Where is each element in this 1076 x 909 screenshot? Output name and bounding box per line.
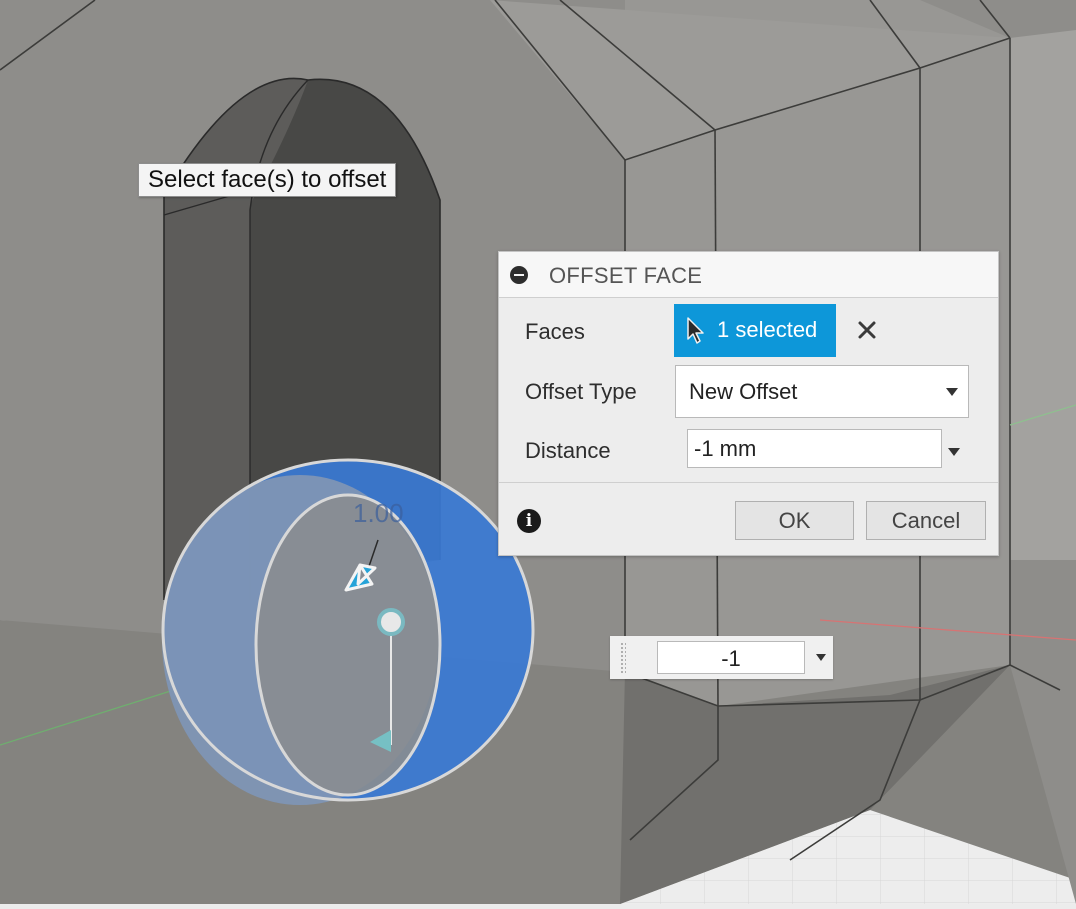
clear-selection-icon[interactable]	[855, 318, 879, 342]
distance-label: Distance	[525, 438, 611, 463]
offset-face-dialog: OFFSET FACE Faces 1 selected Offset Type…	[498, 251, 999, 556]
inline-dropdown-button[interactable]	[815, 652, 829, 664]
ok-button[interactable]: OK	[735, 501, 854, 540]
dimension-label: 1.00	[353, 498, 404, 528]
chevron-down-icon	[948, 448, 960, 456]
chevron-down-icon	[816, 654, 826, 661]
faces-selection-count: 1 selected	[717, 317, 818, 342]
faces-selection-button[interactable]: 1 selected	[674, 304, 836, 357]
info-icon[interactable]: i	[517, 509, 541, 533]
dialog-footer: i OK Cancel	[499, 482, 998, 556]
offset-type-value: New Offset	[689, 379, 798, 404]
dialog-header: OFFSET FACE	[499, 252, 998, 298]
offset-type-label: Offset Type	[525, 379, 637, 404]
distance-input[interactable]: -1 mm	[687, 429, 942, 468]
drag-handle[interactable]	[620, 642, 626, 673]
dialog-title: OFFSET FACE	[549, 263, 703, 288]
selection-tooltip: Select face(s) to offset	[138, 163, 397, 197]
faces-label: Faces	[525, 319, 585, 344]
distance-value: -1 mm	[694, 436, 757, 461]
inline-distance-input[interactable]: -1	[657, 641, 805, 674]
offset-type-select[interactable]: New Offset	[675, 365, 969, 418]
chevron-down-icon	[946, 388, 958, 396]
inline-distance-value: -1	[721, 646, 741, 671]
inline-value-input-box: -1	[610, 636, 833, 679]
cancel-button[interactable]: Cancel	[866, 501, 986, 540]
body-right-face	[1010, 30, 1076, 560]
cursor-arrow-icon	[687, 317, 704, 344]
selected-cylinder-face[interactable]	[161, 458, 535, 805]
collapse-icon[interactable]	[510, 266, 528, 284]
distance-dropdown-button[interactable]	[946, 445, 962, 459]
